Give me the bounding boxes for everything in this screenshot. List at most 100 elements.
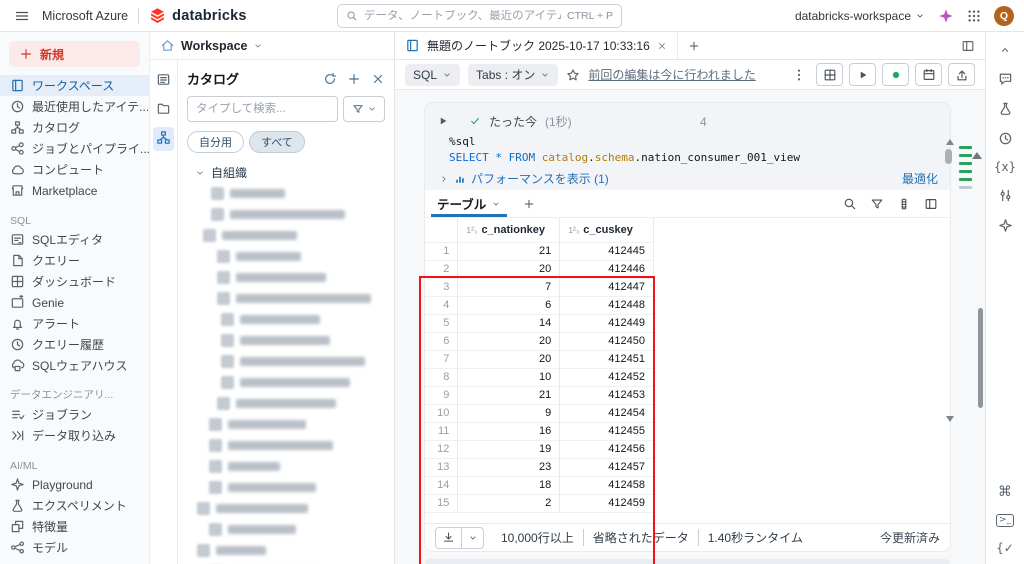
workspace-header[interactable]: Workspace <box>150 32 394 60</box>
cell-code[interactable]: %sqlSELECT * FROM catalog.schema.nation_… <box>449 134 938 166</box>
sidebar-item-data-ingestion[interactable]: データ取り込み <box>0 425 149 446</box>
new-tab-button[interactable] <box>678 40 710 52</box>
table-row[interactable]: 720412451 <box>425 350 654 368</box>
tree-item-redacted[interactable] <box>187 204 385 225</box>
kebab-menu-icon[interactable] <box>788 68 810 82</box>
sidebar-item-query-history[interactable]: クエリー履歴 <box>0 334 149 355</box>
global-search-box[interactable]: CTRL + P <box>337 4 622 28</box>
databricks-logo[interactable]: databricks <box>149 7 247 24</box>
tree-item-redacted[interactable] <box>187 477 385 498</box>
filter-results-icon[interactable] <box>870 197 884 211</box>
environment-sliders-icon[interactable] <box>998 188 1013 203</box>
table-row[interactable]: 921412453 <box>425 386 654 404</box>
close-tab-icon[interactable] <box>657 41 667 51</box>
tree-item-redacted[interactable] <box>187 351 385 372</box>
sidebar-item-catalog[interactable]: カタログ <box>0 117 149 138</box>
workspace-selector[interactable]: databricks-workspace <box>795 9 925 23</box>
chevron-right-icon[interactable] <box>439 174 449 184</box>
refresh-icon[interactable] <box>323 72 337 86</box>
tree-item-redacted[interactable] <box>187 330 385 351</box>
sidebar-item-recents[interactable]: 最近使用したアイテ... <box>0 96 149 117</box>
notebook-scrollbar-thumb[interactable] <box>978 308 983 408</box>
version-history-icon[interactable] <box>998 131 1013 146</box>
table-row[interactable]: 220412446 <box>425 260 654 278</box>
sidebar-item-models[interactable]: モデル <box>0 537 149 558</box>
results-tab-table[interactable]: テーブル <box>437 190 501 217</box>
tree-item-redacted[interactable] <box>187 288 385 309</box>
shortcuts-command-icon[interactable]: ⌘ <box>998 485 1012 499</box>
tree-item-redacted[interactable] <box>187 435 385 456</box>
close-icon[interactable] <box>371 72 385 86</box>
tree-item-redacted[interactable] <box>187 456 385 477</box>
table-row[interactable]: 1116412455 <box>425 422 654 440</box>
show-performance-link[interactable]: パフォーマンスを表示 (1) <box>471 170 609 187</box>
column-header-nationkey[interactable]: 1²₃c_nationkey <box>458 218 560 242</box>
code-check-icon[interactable]: {✓ <box>996 542 1014 554</box>
tree-item-redacted[interactable] <box>187 309 385 330</box>
tree-item-redacted[interactable] <box>187 498 385 519</box>
notebook-tab[interactable]: 無題のノートブック 2025-10-17 10:33:16 <box>395 32 678 59</box>
tree-item-redacted[interactable] <box>187 246 385 267</box>
workspace-list-icon[interactable] <box>156 72 171 87</box>
run-all-button[interactable] <box>849 63 876 86</box>
sidebar-item-queries[interactable]: クエリー <box>0 250 149 271</box>
global-search-input[interactable] <box>364 10 561 22</box>
table-row[interactable]: 1219412456 <box>425 440 654 458</box>
tree-item-redacted[interactable] <box>187 267 385 288</box>
table-row[interactable]: 46412448 <box>425 296 654 314</box>
experiments-flask-icon[interactable] <box>998 101 1013 116</box>
sidebar-item-marketplace[interactable]: Marketplace <box>0 180 149 201</box>
table-row[interactable]: 514412449 <box>425 314 654 332</box>
terminal-icon[interactable]: >_ <box>996 514 1014 527</box>
split-view-icon[interactable] <box>961 39 985 53</box>
table-row[interactable]: 620412450 <box>425 332 654 350</box>
last-edit-link[interactable]: 前回の編集は今に行われました <box>588 66 755 83</box>
user-avatar[interactable]: Q <box>994 6 1014 26</box>
search-results-icon[interactable] <box>843 197 857 211</box>
favorite-star-icon[interactable] <box>566 68 580 82</box>
layout-icon[interactable] <box>924 197 938 211</box>
dashboard-view-button[interactable] <box>816 63 843 86</box>
language-selector[interactable]: SQL <box>405 64 460 86</box>
collapse-up-icon[interactable] <box>999 44 1011 56</box>
optimize-link[interactable]: 最適化 <box>902 170 938 187</box>
table-scrollbar-thumb[interactable] <box>945 149 952 164</box>
app-switcher-icon[interactable] <box>967 9 981 23</box>
folder-icon[interactable] <box>156 101 171 116</box>
schedule-button[interactable] <box>915 63 942 86</box>
catalog-filter-button[interactable] <box>343 96 385 122</box>
table-scroll-up-arrow[interactable] <box>946 139 954 145</box>
code-cell[interactable]: たった今 (1秒) 4 %sqlSELECT * FROM catalog.sc… <box>425 103 950 190</box>
table-row[interactable]: 109412454 <box>425 404 654 422</box>
tree-item-redacted[interactable] <box>187 225 385 246</box>
add-visualization-button[interactable] <box>523 198 535 210</box>
filter-pill-mine[interactable]: 自分用 <box>187 131 244 153</box>
tree-item-redacted[interactable] <box>187 540 385 561</box>
cluster-status-button[interactable] <box>882 63 909 86</box>
sidebar-item-jobs-pipelines[interactable]: ジョブとパイプライ... <box>0 138 149 159</box>
variables-icon[interactable]: {x} <box>994 161 1016 173</box>
assistant-sparkle-icon[interactable] <box>938 8 954 24</box>
tree-root-own-org[interactable]: 自組織 <box>187 162 385 183</box>
notebook-scroll-up-arrow[interactable] <box>972 152 982 159</box>
catalog-search-input[interactable] <box>187 96 338 122</box>
columns-icon[interactable] <box>897 197 911 211</box>
sidebar-item-sql-warehouses[interactable]: SQLウェアハウス <box>0 355 149 376</box>
share-button[interactable] <box>948 63 975 86</box>
run-cell-icon[interactable] <box>437 115 449 127</box>
column-header-cuskey[interactable]: 1²₃c_cuskey <box>560 218 654 242</box>
sidebar-item-alerts[interactable]: アラート <box>0 313 149 334</box>
tree-item-redacted[interactable] <box>187 183 385 204</box>
results-table[interactable]: 1²₃c_nationkey 1²₃c_cuskey 121412445 220… <box>425 218 654 513</box>
add-icon[interactable] <box>347 72 361 86</box>
sidebar-item-dashboards[interactable]: ダッシュボード <box>0 271 149 292</box>
next-cell-preview[interactable] <box>425 559 950 564</box>
table-row[interactable]: 1418412458 <box>425 476 654 494</box>
comments-icon[interactable] <box>998 71 1013 86</box>
hamburger-menu-icon[interactable] <box>14 8 30 24</box>
download-button[interactable] <box>435 527 462 549</box>
sidebar-item-job-runs[interactable]: ジョブラン <box>0 404 149 425</box>
tree-item-redacted[interactable] <box>187 372 385 393</box>
sidebar-item-workspace[interactable]: ワークスペース <box>0 75 149 96</box>
tree-item-redacted[interactable] <box>187 393 385 414</box>
